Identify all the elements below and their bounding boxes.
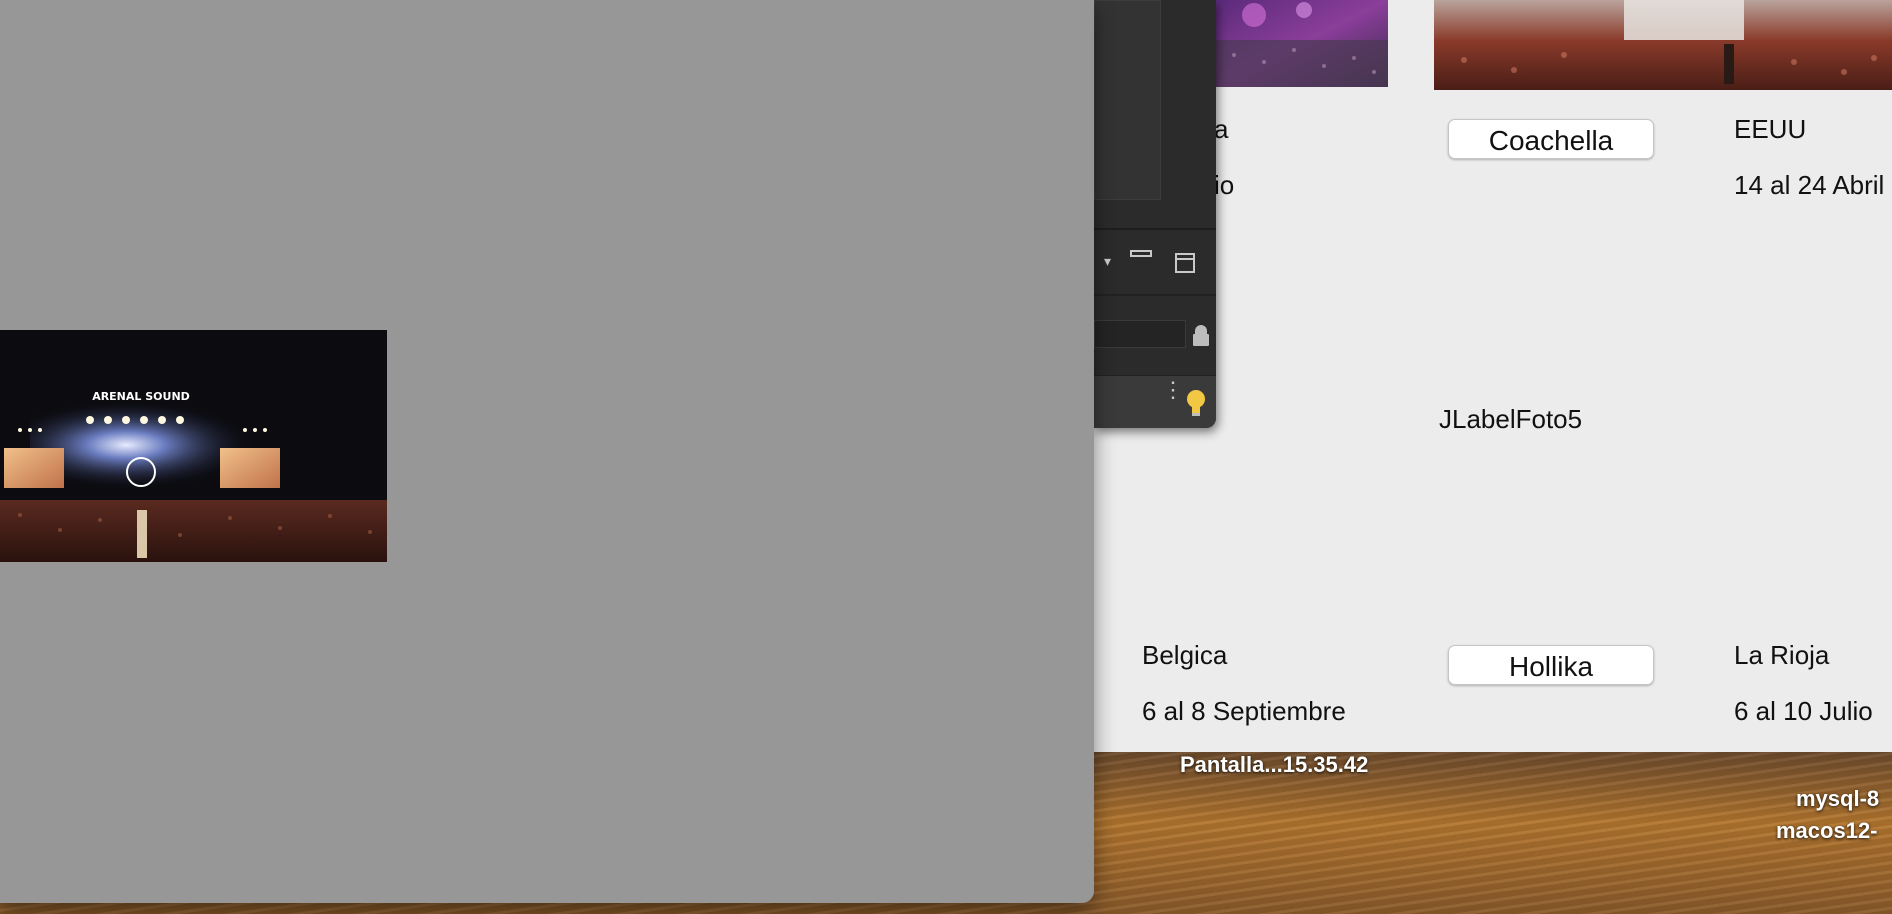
grey-window: ARENAL SOUND [0,0,1094,903]
festival-thumbnail [1214,0,1388,87]
ide-divider [1094,294,1216,296]
stage-sign-text: ARENAL SOUND [92,390,190,403]
festival-button-hollika[interactable]: Hollika [1448,645,1654,685]
festival-dates-partial: io [1214,170,1235,200]
festival-button-coachella[interactable]: Coachella [1448,119,1654,159]
festival-location: EEUU [1734,114,1807,144]
festival-dates: 6 al 8 Septiembre [1142,696,1346,726]
ide-input-field[interactable] [1094,320,1186,348]
festival-thumbnail [1434,0,1892,90]
desktop-file-label[interactable]: mysql-8 [1796,786,1879,812]
more-options-icon[interactable]: ⋮ [1162,379,1184,401]
festival-photo: ARENAL SOUND [0,330,387,562]
desktop-file-label[interactable]: Pantalla...15.35.42 [1180,752,1368,778]
dropdown-arrow-icon[interactable]: ▾ [1104,253,1111,270]
lightbulb-icon[interactable] [1184,388,1208,423]
festival-location: Belgica [1142,640,1228,670]
festival-dates: 6 al 10 Julio [1734,696,1873,726]
lock-icon [1192,324,1210,351]
minimize-icon[interactable] [1130,246,1152,267]
restore-window-icon[interactable] [1174,252,1196,279]
festival-location: La Rioja [1734,640,1830,670]
ide-window: ▾ ⋮ [1094,0,1216,428]
ide-panel [1094,0,1161,200]
ide-divider [1094,228,1216,230]
desktop-file-label[interactable]: macos12- [1776,818,1878,844]
festival-dates: 14 al 24 Abril [1734,170,1885,200]
photo-placeholder-label: JLabelFoto5 [1439,404,1583,434]
festival-location-partial: a [1214,114,1229,144]
ide-status-bar: ⋮ [1094,375,1216,428]
